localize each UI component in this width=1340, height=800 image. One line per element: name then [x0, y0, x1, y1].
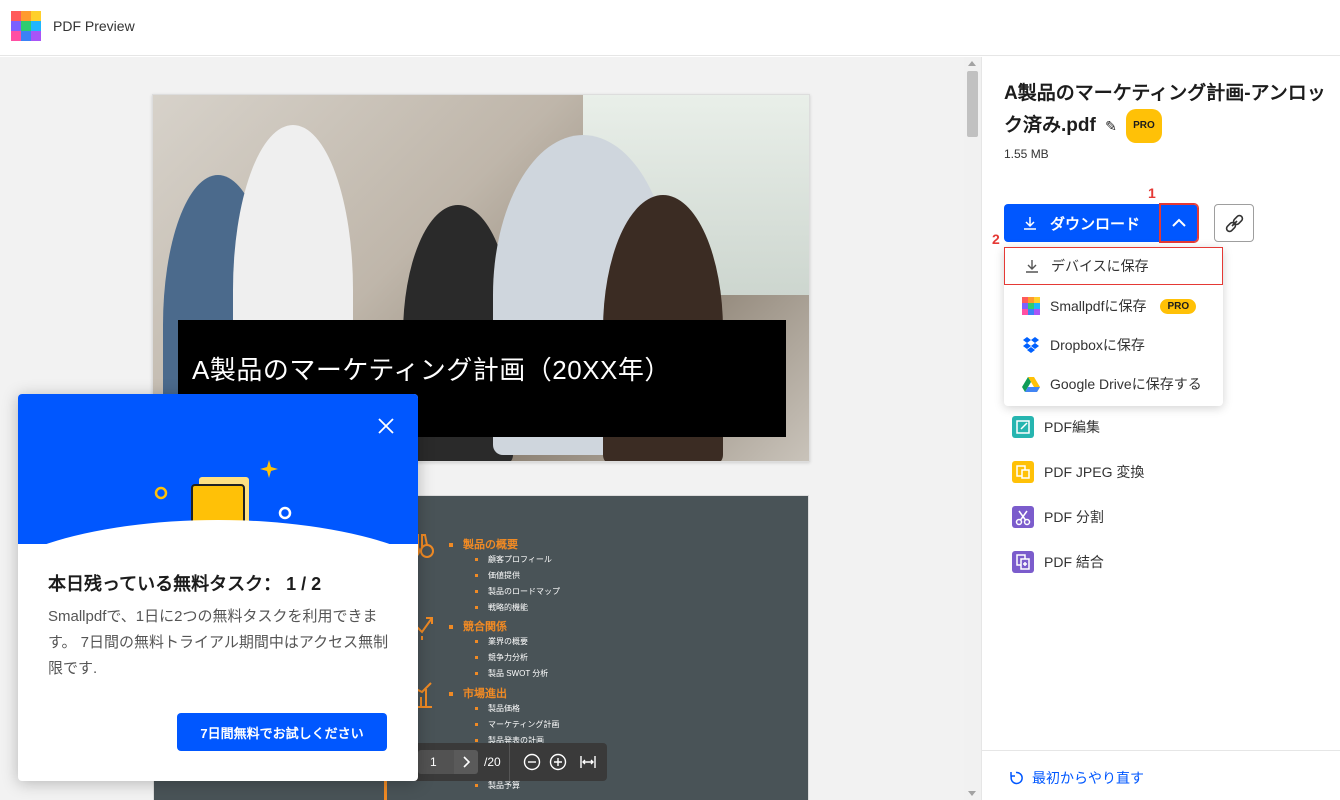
page-navigation-toolbar: 1 /20 — [410, 743, 607, 781]
app-title: PDF Preview — [53, 18, 135, 34]
google-drive-icon — [1022, 377, 1040, 392]
pro-badge: PRO — [1126, 109, 1162, 143]
zoom-out-icon[interactable] — [523, 753, 541, 771]
agenda-item: マーケティング計画 — [475, 717, 559, 733]
scroll-up-arrow-icon[interactable] — [968, 61, 976, 66]
modal-title: 本日残っている無料タスク： 1 / 2 — [48, 574, 322, 594]
save-to-smallpdf-option[interactable]: Smallpdfに保存 PRO — [1004, 287, 1223, 325]
preview-scrollbar[interactable] — [964, 57, 981, 800]
file-name-block: A製品のマーケティング計画-アンロック済み.pdf ✎ PRO — [1004, 79, 1334, 143]
tool-pdf-merge[interactable]: PDF 結合 — [1012, 550, 1104, 574]
agenda-item: 製品のロードマップ — [475, 584, 560, 600]
save-to-google-drive-label: Google Driveに保存する — [1050, 376, 1202, 392]
tool-pdf-jpeg[interactable]: PDF JPEG 変換 — [1012, 460, 1144, 484]
file-panel: A製品のマーケティング計画-アンロック済み.pdf ✎ PRO 1.55 MB … — [981, 57, 1340, 800]
smallpdf-icon — [1022, 297, 1040, 315]
free-trial-button[interactable]: 7日間無料でお試しください — [177, 713, 387, 751]
link-icon — [1225, 214, 1244, 233]
download-dropdown: デバイスに保存 Smallpdfに保存 PRO Dropboxに保存 Googl… — [1004, 247, 1223, 406]
save-to-device-option[interactable]: デバイスに保存 — [1004, 247, 1223, 285]
agenda-section: 競合関係 業界の概要 競争力分析 製品 SWOT 分析 — [407, 617, 548, 682]
dropbox-icon — [1023, 337, 1039, 353]
save-to-device-label: デバイスに保存 — [1051, 258, 1149, 274]
restart-icon — [1010, 771, 1023, 785]
close-icon[interactable] — [376, 416, 396, 436]
agenda-item: 製品価格 — [475, 701, 559, 717]
agenda-heading: 市場進出 — [449, 685, 559, 701]
scissors-icon — [1012, 506, 1034, 528]
tool-pdf-split[interactable]: PDF 分割 — [1012, 505, 1104, 529]
agenda-heading: 競合関係 — [449, 618, 548, 634]
modal-body: Smallpdfで、1日に2つの無料タスクを利用できます。 7日間の無料トライア… — [48, 608, 389, 677]
app-header: PDF Preview — [0, 0, 1340, 56]
smallpdf-logo[interactable] — [11, 11, 41, 41]
tool-pdf-edit[interactable]: PDF編集 — [1012, 415, 1100, 439]
tool-label: PDF JPEG 変換 — [1044, 464, 1145, 480]
chevron-up-icon — [1172, 218, 1186, 227]
toolbar-divider — [509, 743, 510, 781]
save-to-dropbox-label: Dropboxに保存 — [1050, 337, 1145, 353]
agenda-heading: 製品の概要 — [449, 536, 560, 552]
start-over-label: 最初からやり直す — [1032, 770, 1144, 786]
tool-label: PDF編集 — [1044, 419, 1100, 435]
agenda-item: 製品 SWOT 分析 — [475, 666, 548, 682]
agenda-item: 顧客プロフィール — [475, 552, 560, 568]
scroll-down-arrow-icon[interactable] — [968, 791, 976, 796]
agenda-item: 価値提供 — [475, 568, 560, 584]
slide-title: A製品のマーケティング計画（20XX年） — [192, 355, 671, 385]
scroll-thumb[interactable] — [967, 71, 978, 137]
download-options-toggle[interactable] — [1159, 203, 1199, 243]
agenda-item: 競争力分析 — [475, 650, 548, 666]
page-total: /20 — [484, 755, 501, 769]
chevron-right-icon — [463, 756, 471, 768]
pro-badge: PRO — [1160, 298, 1197, 314]
annotation-marker-2: 2 — [992, 231, 1000, 247]
pdf-to-jpeg-icon — [1012, 461, 1034, 483]
copy-link-button[interactable] — [1214, 204, 1254, 242]
save-to-google-drive-option[interactable]: Google Driveに保存する — [1004, 365, 1223, 403]
merge-pdf-icon — [1012, 551, 1034, 573]
download-icon — [1026, 260, 1038, 273]
agenda-section: 市場進出 製品価格 マーケティング計画 製品発表の計画 — [408, 682, 559, 749]
start-over-link[interactable]: 最初からやり直す — [1008, 768, 1144, 788]
download-button[interactable]: ダウンロード — [1004, 204, 1160, 242]
save-to-smallpdf-label: Smallpdfに保存 — [1050, 298, 1147, 314]
agenda-item: 業界の概要 — [475, 634, 548, 650]
save-to-dropbox-option[interactable]: Dropboxに保存 — [1004, 326, 1223, 364]
download-label: ダウンロード — [1050, 215, 1141, 233]
file-size: 1.55 MB — [1004, 147, 1049, 161]
next-page-button[interactable] — [454, 750, 478, 774]
pencil-icon[interactable]: ✎ — [1105, 111, 1117, 141]
tool-label: PDF 分割 — [1044, 509, 1104, 525]
zoom-in-icon[interactable] — [549, 753, 567, 771]
tool-label: PDF 結合 — [1044, 554, 1104, 570]
panel-divider — [982, 750, 1340, 751]
agenda-section: 製品の概要 顧客プロフィール 価値提供 製品のロードマップ 戦略的機能 — [406, 534, 560, 616]
fit-width-icon[interactable] — [579, 753, 597, 771]
agenda-item: 戦略的機能 — [475, 600, 560, 616]
free-task-modal: 本日残っている無料タスク： 1 / 2 Smallpdfで、1日に2つの無料タス… — [18, 394, 418, 781]
annotation-marker-1: 1 — [1148, 185, 1156, 201]
download-icon — [1024, 217, 1036, 230]
file-name: A製品のマーケティング計画-アンロック済み.pdf — [1004, 83, 1326, 137]
edit-pdf-icon — [1012, 416, 1034, 438]
